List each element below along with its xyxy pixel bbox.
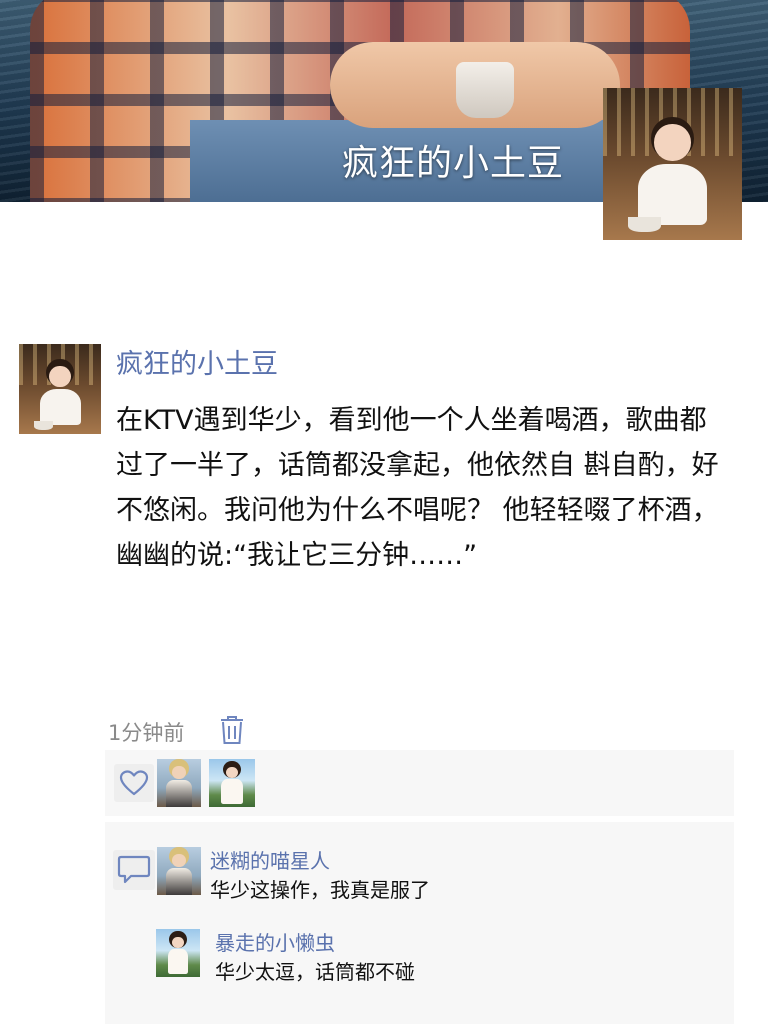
comment-author[interactable]: 迷糊的喵星人 [210,845,330,874]
comment-text: 华少太逗，话筒都不碰 [215,960,415,984]
comment-icon[interactable] [113,850,155,890]
cover-cup [456,62,514,118]
comments-panel: 迷糊的喵星人 华少这操作，我真是服了 暴走的小懒虫 华少太逗，话筒都不碰 [105,822,734,1024]
delete-icon[interactable] [219,715,245,745]
cover-username: 疯狂的小土豆 [342,143,565,184]
heart-icon[interactable] [114,764,154,802]
comment-avatar[interactable] [156,929,200,977]
comment-avatar[interactable] [157,847,201,895]
comment-text: 华少这操作，我真是服了 [210,878,430,902]
likes-panel [105,750,734,816]
liker-avatar[interactable] [157,759,201,807]
comment-author[interactable]: 暴走的小懒虫 [215,927,335,956]
post-author-avatar[interactable] [19,344,101,434]
liker-avatar[interactable] [209,759,255,807]
post-author-name[interactable]: 疯狂的小土豆 [116,342,278,381]
profile-avatar[interactable] [603,88,742,240]
post-timestamp: 1分钟前 [108,721,185,745]
post-content: 在KTV遇到华少，看到他一个人坐着喝酒，歌曲都过了一半了，话筒都没拿起，他依然自… [116,405,719,571]
